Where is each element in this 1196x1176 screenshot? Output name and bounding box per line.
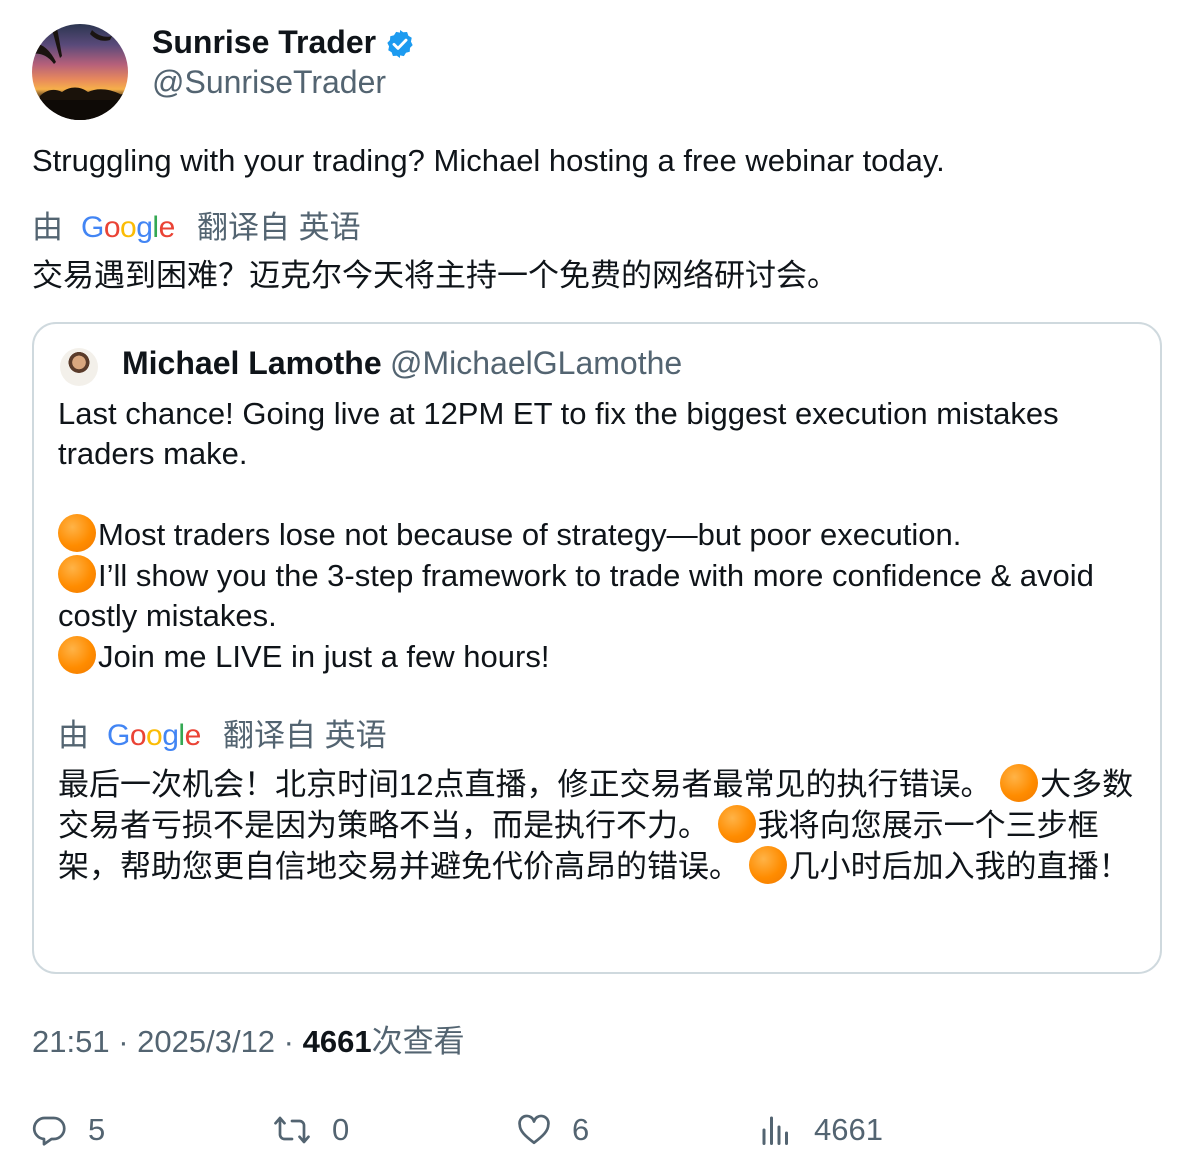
- heart-icon: [518, 1114, 550, 1145]
- repost-button[interactable]: 0: [272, 1108, 349, 1152]
- views-count: 4661: [302, 1024, 372, 1059]
- views-label: 次查看: [371, 1024, 465, 1059]
- translation-source-label: 翻译自 英语: [197, 210, 361, 245]
- translation-by-label: 由: [58, 718, 89, 753]
- repost-icon: [274, 1116, 310, 1144]
- orange-circle-icon: [58, 636, 96, 674]
- meta-separator: ·: [275, 1024, 303, 1059]
- orange-circle-icon: [58, 555, 96, 593]
- reply-icon: [32, 1116, 66, 1146]
- views-button[interactable]: 4661: [758, 1108, 883, 1152]
- quoted-translated-text: 最后一次机会！北京时间12点直播，修正交易者最常见的执行错误。 大多数交易者亏损…: [58, 764, 1148, 887]
- tweet-translated-text: 交易遇到困难？迈克尔今天将主持一个免费的网络研讨会。: [32, 258, 838, 293]
- tweet-meta: 21:51 · 2025/3/12 · 4661次查看: [32, 1022, 465, 1062]
- quoted-tweet-text: Last chance! Going live at 12PM ET to fi…: [58, 394, 1148, 677]
- verified-badge-icon: [387, 30, 413, 58]
- translation-attribution[interactable]: 由 Google 翻译自 英语: [32, 208, 375, 248]
- orange-circle-icon: [717, 805, 756, 843]
- quoted-translation-attribution[interactable]: 由 Google 翻译自 英语: [58, 716, 401, 756]
- quoted-line-bullet: Join me LIVE in just a few hours!: [58, 636, 1148, 677]
- svg-text:Google: Google: [81, 211, 175, 244]
- like-button[interactable]: 6: [516, 1108, 589, 1152]
- tree-silhouette-icon: [32, 24, 128, 120]
- tweet-date[interactable]: 2025/3/12: [137, 1024, 275, 1059]
- quoted-bullet-text: I’ll show you the 3-step framework to tr…: [58, 558, 1094, 633]
- quoted-bullet-text: Join me LIVE in just a few hours!: [98, 639, 550, 674]
- author-avatar[interactable]: [32, 24, 128, 120]
- like-count: 6: [572, 1112, 590, 1147]
- analytics-bars-icon: [762, 1116, 788, 1145]
- quoted-author-avatar[interactable]: [60, 348, 98, 386]
- quoted-author-handle[interactable]: @MichaelGLamothe: [390, 342, 682, 384]
- quoted-translated-segment: 最后一次机会！北京时间12点直播，修正交易者最常见的执行错误。: [58, 767, 1001, 802]
- quoted-translated-segment: 几小时后加入我的直播！: [788, 849, 1130, 884]
- quoted-line-bullet: Most traders lose not because of strateg…: [58, 514, 1148, 555]
- orange-circle-icon: [748, 846, 787, 884]
- author-display-name[interactable]: Sunrise Trader: [152, 22, 376, 62]
- quoted-line-bullet: I’ll show you the 3-step framework to tr…: [58, 555, 1148, 636]
- translation-by-label: 由: [32, 210, 63, 245]
- quoted-author-display-name[interactable]: Michael Lamothe: [122, 342, 382, 384]
- author-handle[interactable]: @SunriseTrader: [152, 62, 386, 102]
- reply-button[interactable]: 5: [32, 1108, 105, 1152]
- reply-count: 5: [88, 1112, 106, 1147]
- translation-source-label: 翻译自 英语: [223, 718, 387, 753]
- repost-count: 0: [332, 1112, 350, 1147]
- google-logo-icon: Google: [81, 211, 175, 244]
- views-action-count: 4661: [814, 1112, 883, 1147]
- meta-separator: ·: [109, 1024, 138, 1059]
- quoted-line-intro: Last chance! Going live at 12PM ET to fi…: [58, 396, 1059, 471]
- tweet-text: Struggling with your trading? Michael ho…: [32, 143, 945, 178]
- quoted-bullet-text: Most traders lose not because of strateg…: [98, 517, 962, 552]
- tweet-time[interactable]: 21:51: [32, 1024, 110, 1059]
- orange-circle-icon: [1000, 764, 1039, 802]
- google-logo-icon: Google: [107, 719, 201, 752]
- svg-text:Google: Google: [107, 719, 201, 752]
- orange-circle-icon: [58, 514, 96, 552]
